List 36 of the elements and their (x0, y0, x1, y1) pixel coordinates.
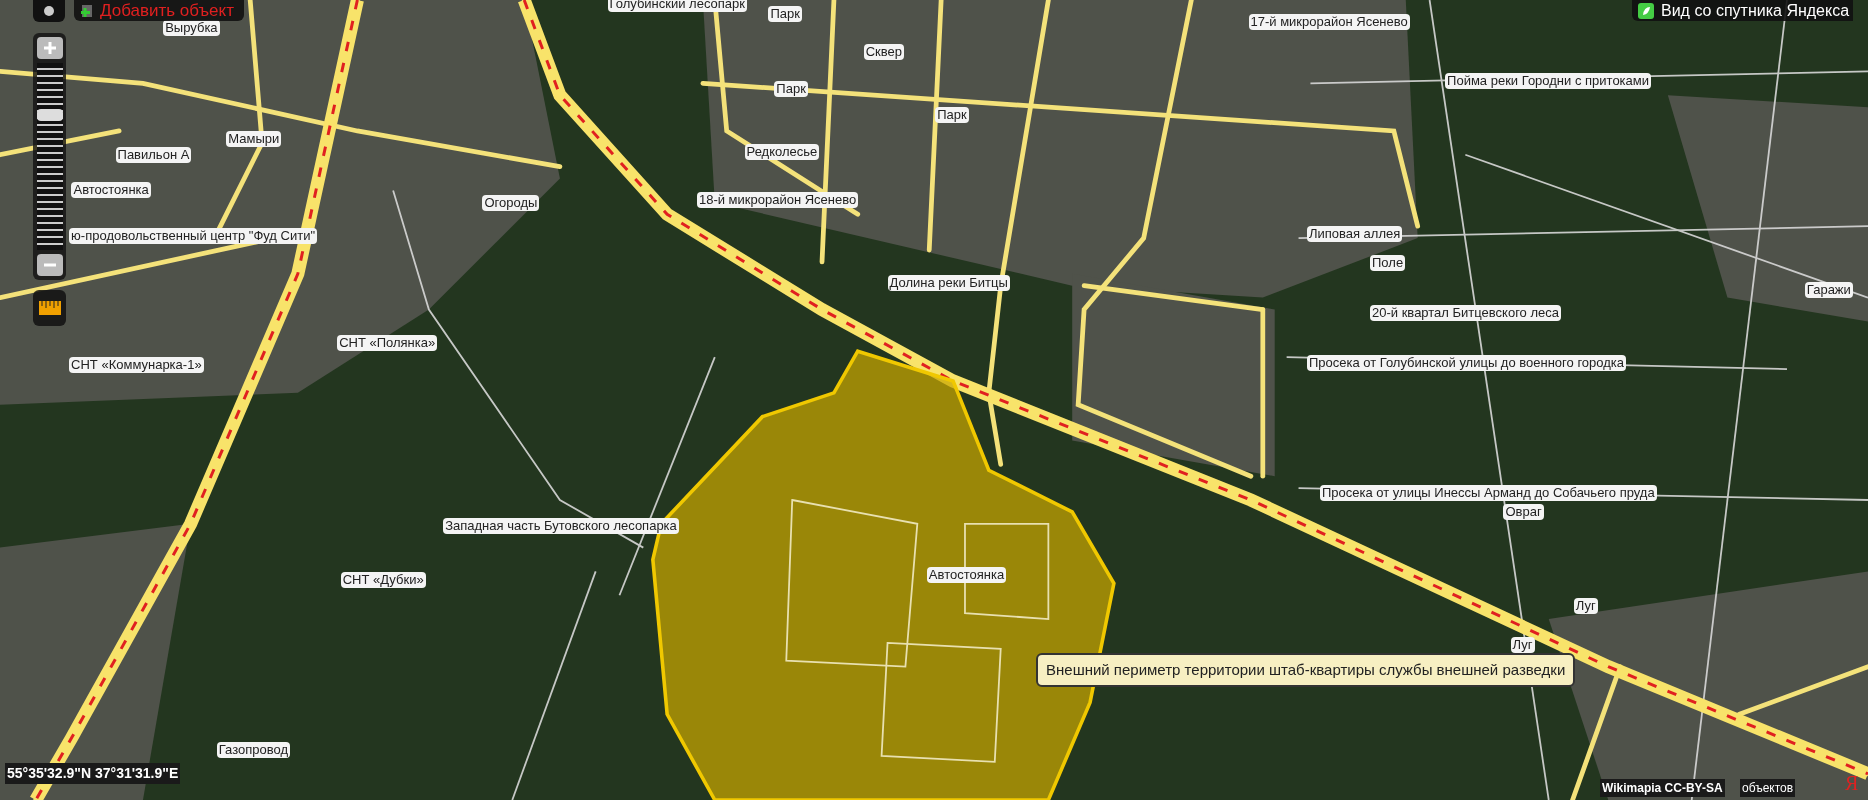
map-label[interactable]: Газопровод (216, 742, 291, 759)
ruler-button[interactable] (33, 290, 66, 326)
map-label[interactable]: Огороды (482, 195, 540, 212)
map-label[interactable]: Автостоянка (926, 567, 1007, 584)
map-label[interactable]: Сквер (863, 44, 904, 61)
object-count-text: объектов (1740, 779, 1796, 797)
map-label[interactable]: Парк (774, 81, 808, 97)
map-label[interactable]: Парк (935, 107, 969, 124)
add-icon (80, 3, 94, 18)
map-label[interactable]: Луг (1573, 598, 1598, 615)
map-label[interactable]: Редколесье (744, 144, 820, 161)
zoom-out-button[interactable] (36, 254, 63, 276)
map-label[interactable]: СНТ «Коммунарка-1» (69, 357, 204, 374)
map-label[interactable]: Автостоянка (71, 182, 151, 199)
zoom-in-button[interactable] (36, 37, 63, 59)
circle-icon (43, 5, 55, 17)
zoom-slider-track[interactable] (36, 63, 63, 250)
coordinates-text: 55°35'32.9"N 37°31'31.9"E (5, 763, 181, 784)
map-label[interactable]: Гаражи (1804, 282, 1853, 299)
map-label[interactable]: 17-й микрорайон Ясенево (1248, 14, 1410, 31)
map-label[interactable]: Долина реки Битцы (887, 275, 1010, 292)
zoom-slider-thumb[interactable] (36, 109, 63, 122)
satellite-view-button[interactable]: Вид со спутника Яндекса (1632, 0, 1854, 21)
yandex-logo: Я (1845, 772, 1859, 794)
leaf-icon (1638, 2, 1654, 19)
map-label[interactable]: Просека от Голубинской улицы до военного городка (1306, 355, 1627, 371)
map-label[interactable]: Мамыри (226, 131, 282, 148)
location-button[interactable] (33, 0, 65, 22)
tooltip-text: Внешний периметр территории штаб-квартиры службы внешней разведки (1046, 661, 1566, 678)
map-label[interactable]: Западная часть Бутовского лесопарка (443, 518, 679, 535)
plus-icon (42, 41, 57, 55)
license-text: Wikimapia CC-BY-SA (1600, 779, 1725, 797)
ruler-icon (38, 301, 61, 315)
add-object-button[interactable]: Добавить объект (74, 0, 244, 21)
map-label[interactable]: Липовая аллея (1306, 226, 1403, 243)
map-label[interactable]: Луг (1510, 637, 1535, 654)
